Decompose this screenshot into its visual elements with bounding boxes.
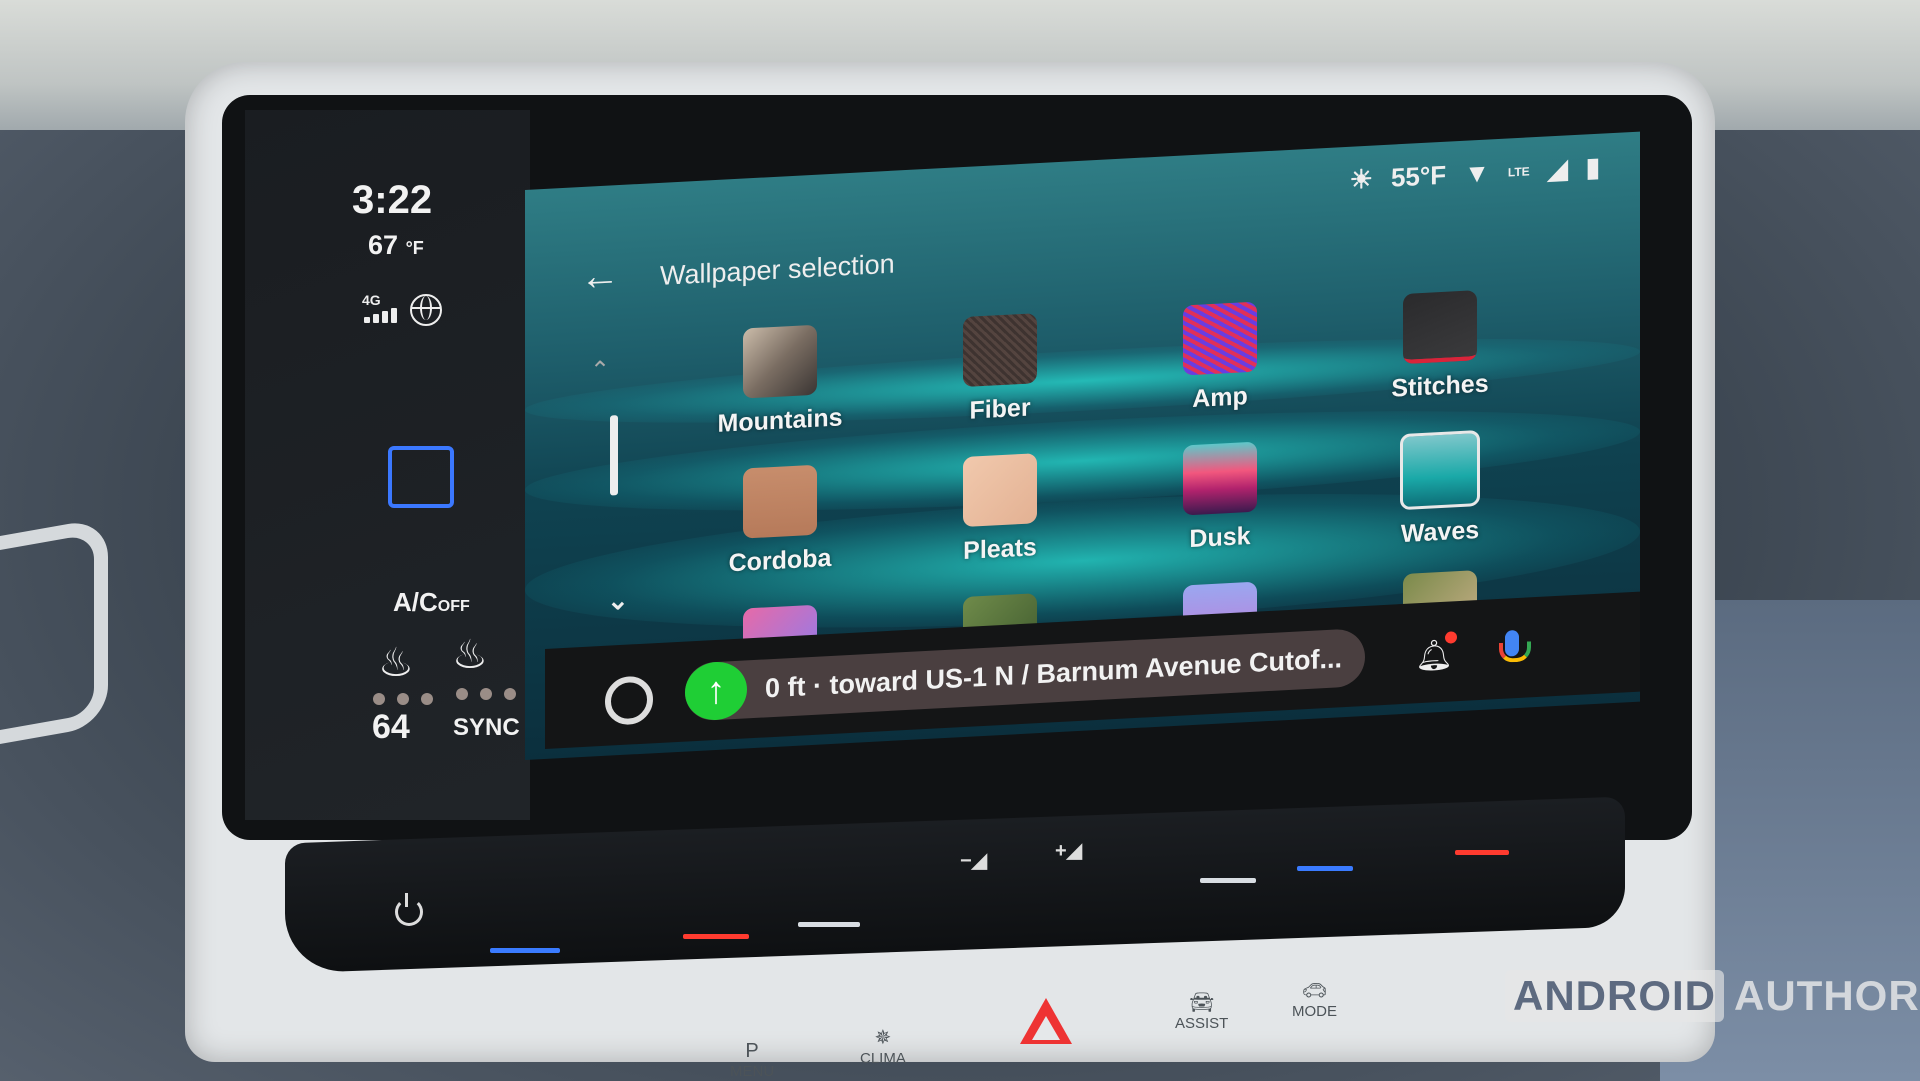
- wallpaper-tile-stitches[interactable]: Stitches: [1350, 287, 1530, 405]
- outside-temperature: 67 °F: [368, 230, 424, 261]
- power-icon-stem: [405, 893, 408, 907]
- home-button[interactable]: [388, 446, 454, 508]
- sun-icon: ☀: [1349, 163, 1373, 195]
- network-status: 4G: [362, 292, 397, 326]
- seat-heat-driver-level: [373, 693, 433, 705]
- assist-label: ASSIST: [1175, 1015, 1229, 1032]
- driver-assist-icon: 🚘︎: [1188, 992, 1215, 1014]
- cell-signal-icon: ◢: [1547, 153, 1568, 185]
- wallpaper-thumbnail: [1183, 301, 1257, 376]
- battery-icon: ▮: [1585, 151, 1600, 183]
- volume-up-icon[interactable]: +◢: [1055, 838, 1082, 863]
- car-icon: 🚗︎: [1301, 980, 1328, 1002]
- page-title: Wallpaper selection: [660, 248, 895, 291]
- android-auto-screen: ☀ 55°F ▼ LTE ◢ ▮ ← Wallpaper selection ⌃…: [525, 131, 1640, 761]
- weather-temperature: 55°F: [1390, 159, 1447, 193]
- globe-icon: [410, 294, 442, 326]
- power-icon[interactable]: [395, 898, 423, 926]
- watermark-android: ANDROID: [1505, 970, 1724, 1022]
- passenger-cool-indicator: [1297, 866, 1353, 871]
- wallpaper-thumbnail: [963, 453, 1037, 528]
- wallpaper-label: Mountains: [717, 403, 843, 438]
- ac-label: A/C: [393, 587, 438, 617]
- wallpaper-label: Stitches: [1391, 369, 1489, 403]
- air-vent: [0, 516, 108, 752]
- wallpaper-label: Amp: [1192, 382, 1248, 414]
- volume-down-icon[interactable]: −◢: [960, 848, 987, 873]
- wifi-icon: ▼: [1464, 157, 1490, 189]
- ac-state: OFF: [437, 598, 470, 615]
- fan-indicator: [1200, 878, 1256, 883]
- wallpaper-thumbnail: [963, 313, 1037, 388]
- status-bar: ☀ 55°F ▼ LTE ◢ ▮: [1350, 152, 1600, 196]
- passenger-heat-indicator: [1455, 850, 1509, 855]
- wallpaper-thumbnail-selected: [1400, 429, 1480, 511]
- network-label: LTE: [1507, 163, 1530, 179]
- outside-temperature-value: 67: [368, 230, 399, 260]
- assist-button[interactable]: 🚘︎ ASSIST: [1175, 990, 1228, 1032]
- wallpaper-thumbnail: [743, 324, 817, 399]
- clock: 3:22: [352, 178, 433, 222]
- wallpaper-tile-mountains[interactable]: Mountains: [690, 322, 870, 440]
- wallpaper-tile-fiber[interactable]: Fiber: [910, 310, 1090, 428]
- clima-button[interactable]: ✵ CLIMA: [860, 1025, 906, 1067]
- notification-badge: [1445, 631, 1457, 644]
- climate-icon: ✵: [874, 1027, 892, 1049]
- menu-label: MENU: [730, 1063, 775, 1080]
- driver-cool-indicator: [490, 948, 560, 953]
- chevron-down-icon[interactable]: ⌄: [607, 585, 629, 617]
- wallpaper-thumbnail: [1403, 290, 1477, 364]
- clima-label: CLIMA: [860, 1050, 906, 1067]
- seat-heat-passenger-level: [456, 688, 516, 700]
- fan-indicator: [798, 922, 860, 927]
- home-circle-button[interactable]: [605, 675, 653, 726]
- sync-button[interactable]: SYNC: [453, 714, 520, 742]
- mode-label: MODE: [1292, 1003, 1337, 1020]
- network-type: 4G: [362, 292, 381, 308]
- mode-button[interactable]: 🚗︎ MODE: [1292, 978, 1337, 1020]
- ac-toggle[interactable]: A/COFF: [393, 587, 470, 618]
- seat-heat-passenger-icon[interactable]: ♨: [452, 632, 488, 678]
- wallpaper-tile-dusk[interactable]: Dusk: [1130, 439, 1310, 557]
- wallpaper-tile-pleats[interactable]: Pleats: [910, 450, 1090, 568]
- wallpaper-thumbnail: [1183, 441, 1257, 516]
- scrollbar-thumb[interactable]: [610, 415, 618, 496]
- menu-button[interactable]: P MENU: [730, 1040, 774, 1080]
- navigation-instruction: 0 ft · toward US-1 N / Barnum Avenue Cut…: [765, 643, 1343, 704]
- chevron-up-icon[interactable]: ⌃: [590, 356, 610, 386]
- wallpaper-tile-cordoba[interactable]: Cordoba: [690, 462, 870, 580]
- hazard-icon-inner: [1032, 1016, 1060, 1040]
- seat-heat-driver-icon[interactable]: ♨: [378, 640, 414, 686]
- wallpaper-tile-amp[interactable]: Amp: [1130, 299, 1310, 417]
- watermark-authority: AUTHORITY: [1734, 972, 1920, 1019]
- wallpaper-thumbnail: [743, 464, 817, 539]
- wallpaper-tile-waves[interactable]: Waves: [1350, 427, 1530, 551]
- microphone-stand: [1499, 641, 1531, 663]
- navigation-card[interactable]: ↑ 0 ft · toward US-1 N / Barnum Avenue C…: [685, 627, 1365, 722]
- signal-strength-icon: [364, 308, 397, 323]
- driver-heat-indicator: [683, 934, 749, 939]
- arrow-up-icon: ↑: [685, 660, 747, 722]
- outside-temperature-unit: °F: [405, 238, 424, 258]
- parking-icon: P: [745, 1040, 759, 1062]
- watermark: ANDROID AUTHORITY: [1505, 970, 1920, 1022]
- arrow-left-icon[interactable]: ←: [580, 253, 620, 300]
- cabin-temperature[interactable]: 64: [372, 708, 410, 747]
